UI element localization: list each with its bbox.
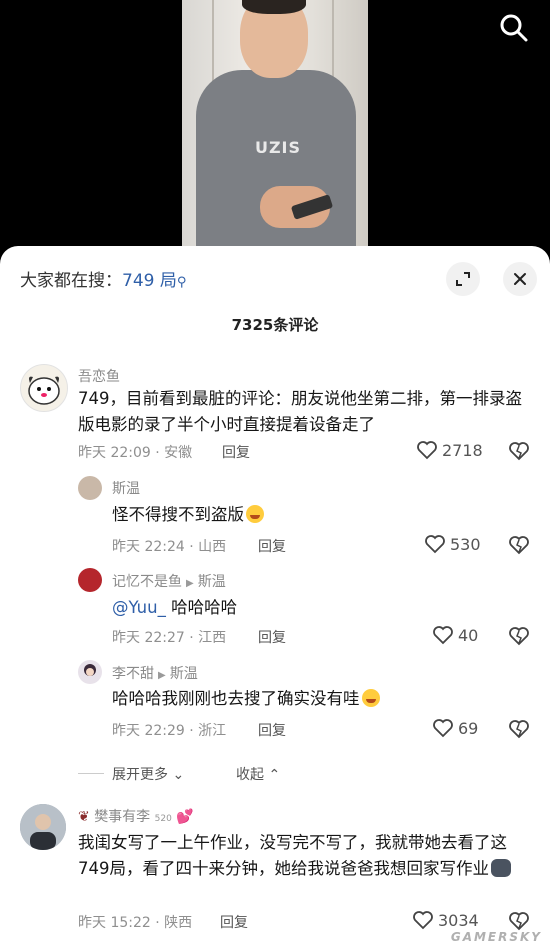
reply-button[interactable]: 回复 bbox=[222, 442, 250, 462]
dislike-button[interactable] bbox=[508, 719, 530, 743]
reply-arrow-icon: ▶ bbox=[186, 578, 194, 589]
trending-search-label: 大家都在搜： bbox=[20, 271, 122, 291]
reply-arrow-icon: ▶ bbox=[158, 670, 166, 681]
laughing-crying-emoji-icon bbox=[361, 689, 380, 707]
search-button[interactable] bbox=[498, 12, 530, 44]
cartoon-girl-avatar-icon bbox=[84, 664, 96, 676]
comment-time-location: 昨天 22:09 · 安徽 bbox=[78, 445, 193, 461]
like-button[interactable]: 3034 bbox=[412, 910, 479, 930]
comment-username[interactable]: 吾恋鱼 bbox=[78, 366, 120, 386]
cartoon-avatar-icon bbox=[28, 376, 60, 405]
heart-icon bbox=[433, 719, 453, 738]
chevron-down-icon: ⌄ bbox=[172, 767, 185, 783]
shirt-print: UZIS bbox=[254, 138, 302, 157]
comment-username: 记忆不是鱼 ▶ 斯温 bbox=[112, 571, 226, 591]
reply-author[interactable]: 李不甜 bbox=[112, 666, 154, 682]
heart-icon bbox=[413, 911, 433, 930]
user-badge: 520 bbox=[154, 814, 172, 824]
comment-text: 我闺女写了一上午作业，没写完不写了，我就带她去看了这749局，看了四十来分钟，她… bbox=[78, 830, 528, 882]
video-player[interactable]: UZIS bbox=[0, 0, 550, 262]
comment-time-location: 昨天 15:22 · 陕西 bbox=[78, 915, 193, 931]
dislike-button[interactable] bbox=[508, 626, 530, 650]
video-frame: UZIS bbox=[182, 0, 368, 262]
comment-text-content: 哈哈哈哈 bbox=[165, 598, 238, 617]
reply-target[interactable]: 斯温 bbox=[198, 574, 226, 590]
thread-controls: 展开更多 ⌄ 收起 ⌃ bbox=[0, 762, 550, 786]
person-photo-avatar-icon bbox=[20, 804, 66, 850]
avatar[interactable] bbox=[78, 568, 102, 592]
heart-icon bbox=[433, 626, 453, 645]
broken-heart-icon bbox=[509, 720, 529, 739]
comment-username: 李不甜 ▶ 斯温 bbox=[112, 663, 198, 683]
reply-button[interactable]: 回复 bbox=[258, 627, 286, 647]
broken-heart-icon bbox=[509, 442, 529, 461]
reply-target[interactable]: 斯温 bbox=[170, 666, 198, 682]
comment-text-content: 怪不得搜不到盗版 bbox=[112, 505, 244, 524]
comment-sheet: 大家都在搜：749 局⚲ 7325条评论 吾恋鱼 749，目前看到最脏的评论：朋… bbox=[0, 246, 550, 950]
like-count: 3034 bbox=[438, 910, 479, 930]
like-button[interactable]: 69 bbox=[432, 718, 478, 738]
chevron-up-icon: ⌃ bbox=[268, 767, 281, 783]
like-button[interactable]: 40 bbox=[432, 625, 478, 645]
comment-text: 749，目前看到最脏的评论：朋友说他坐第二排，第一排录盗版电影的录了半个小时直接… bbox=[78, 389, 522, 434]
reply-button[interactable]: 回复 bbox=[220, 912, 248, 932]
comment-text: @Yuu_ 哈哈哈哈 bbox=[112, 595, 512, 621]
search-icon bbox=[500, 14, 528, 42]
comment-count: 7325条评论 bbox=[231, 316, 319, 334]
reply-button[interactable]: 回复 bbox=[258, 720, 286, 740]
dislike-button[interactable] bbox=[508, 441, 530, 465]
comment-username[interactable]: 斯温 bbox=[112, 478, 140, 498]
heart-icon bbox=[425, 535, 445, 554]
avatar[interactable] bbox=[78, 476, 102, 500]
fullscreen-button[interactable] bbox=[446, 262, 480, 296]
comment-text-content: 我闺女写了一上午作业，没写完不写了，我就带她去看了这749局，看了四十来分钟，她… bbox=[78, 833, 507, 878]
dislike-button[interactable] bbox=[508, 535, 530, 559]
small-search-icon: ⚲ bbox=[176, 275, 187, 290]
comment-time-location: 昨天 22:27 · 江西 bbox=[112, 630, 227, 646]
broken-heart-icon bbox=[509, 912, 529, 931]
rose-icon: ❦ bbox=[78, 809, 90, 825]
expand-more-button[interactable]: 展开更多 ⌄ bbox=[112, 764, 184, 784]
hearts-icon: 💕 bbox=[171, 809, 194, 825]
trending-search-hint[interactable]: 大家都在搜：749 局⚲ bbox=[20, 266, 186, 291]
expand-more-label: 展开更多 bbox=[112, 767, 168, 783]
comment-username: ❦ 樊事有李 520 💕 bbox=[78, 806, 194, 826]
like-count: 40 bbox=[458, 625, 479, 645]
collapse-button[interactable]: 收起 ⌃ bbox=[236, 764, 280, 784]
comment-text: 哈哈哈我刚刚也去搜了确实没有哇 bbox=[112, 686, 522, 712]
comment-text: 怪不得搜不到盗版 bbox=[112, 502, 512, 528]
reply-author[interactable]: 记忆不是鱼 bbox=[112, 574, 182, 590]
cat-sticker-icon bbox=[491, 859, 511, 877]
mention-link[interactable]: @Yuu_ bbox=[112, 598, 166, 617]
expand-icon bbox=[456, 272, 470, 286]
reply-button[interactable]: 回复 bbox=[258, 536, 286, 556]
like-count: 530 bbox=[450, 534, 481, 554]
comment-time-location: 昨天 22:24 · 山西 bbox=[112, 539, 227, 555]
person-torso bbox=[196, 70, 356, 262]
like-button[interactable]: 2718 bbox=[416, 440, 483, 460]
broken-heart-icon bbox=[509, 627, 529, 646]
person-hair bbox=[242, 0, 306, 14]
watermark: GAMERSKY bbox=[450, 930, 542, 944]
laughing-crying-emoji-icon bbox=[246, 505, 264, 523]
trending-search-keyword[interactable]: 749 局 bbox=[122, 271, 177, 291]
comment-time-location: 昨天 22:29 · 浙江 bbox=[112, 723, 227, 739]
avatar[interactable] bbox=[20, 364, 68, 412]
avatar[interactable] bbox=[78, 660, 102, 684]
heart-icon bbox=[417, 441, 437, 460]
like-count: 2718 bbox=[442, 440, 483, 460]
collapse-label: 收起 bbox=[236, 767, 264, 783]
avatar[interactable] bbox=[20, 804, 66, 850]
like-button[interactable]: 530 bbox=[424, 534, 481, 554]
comment-text-content: 哈哈哈我刚刚也去搜了确实没有哇 bbox=[112, 689, 360, 708]
like-count: 69 bbox=[458, 718, 479, 738]
author-name[interactable]: 樊事有李 bbox=[94, 809, 150, 825]
divider bbox=[78, 773, 104, 774]
close-button[interactable] bbox=[503, 262, 537, 296]
broken-heart-icon bbox=[509, 536, 529, 555]
close-icon bbox=[514, 273, 526, 285]
